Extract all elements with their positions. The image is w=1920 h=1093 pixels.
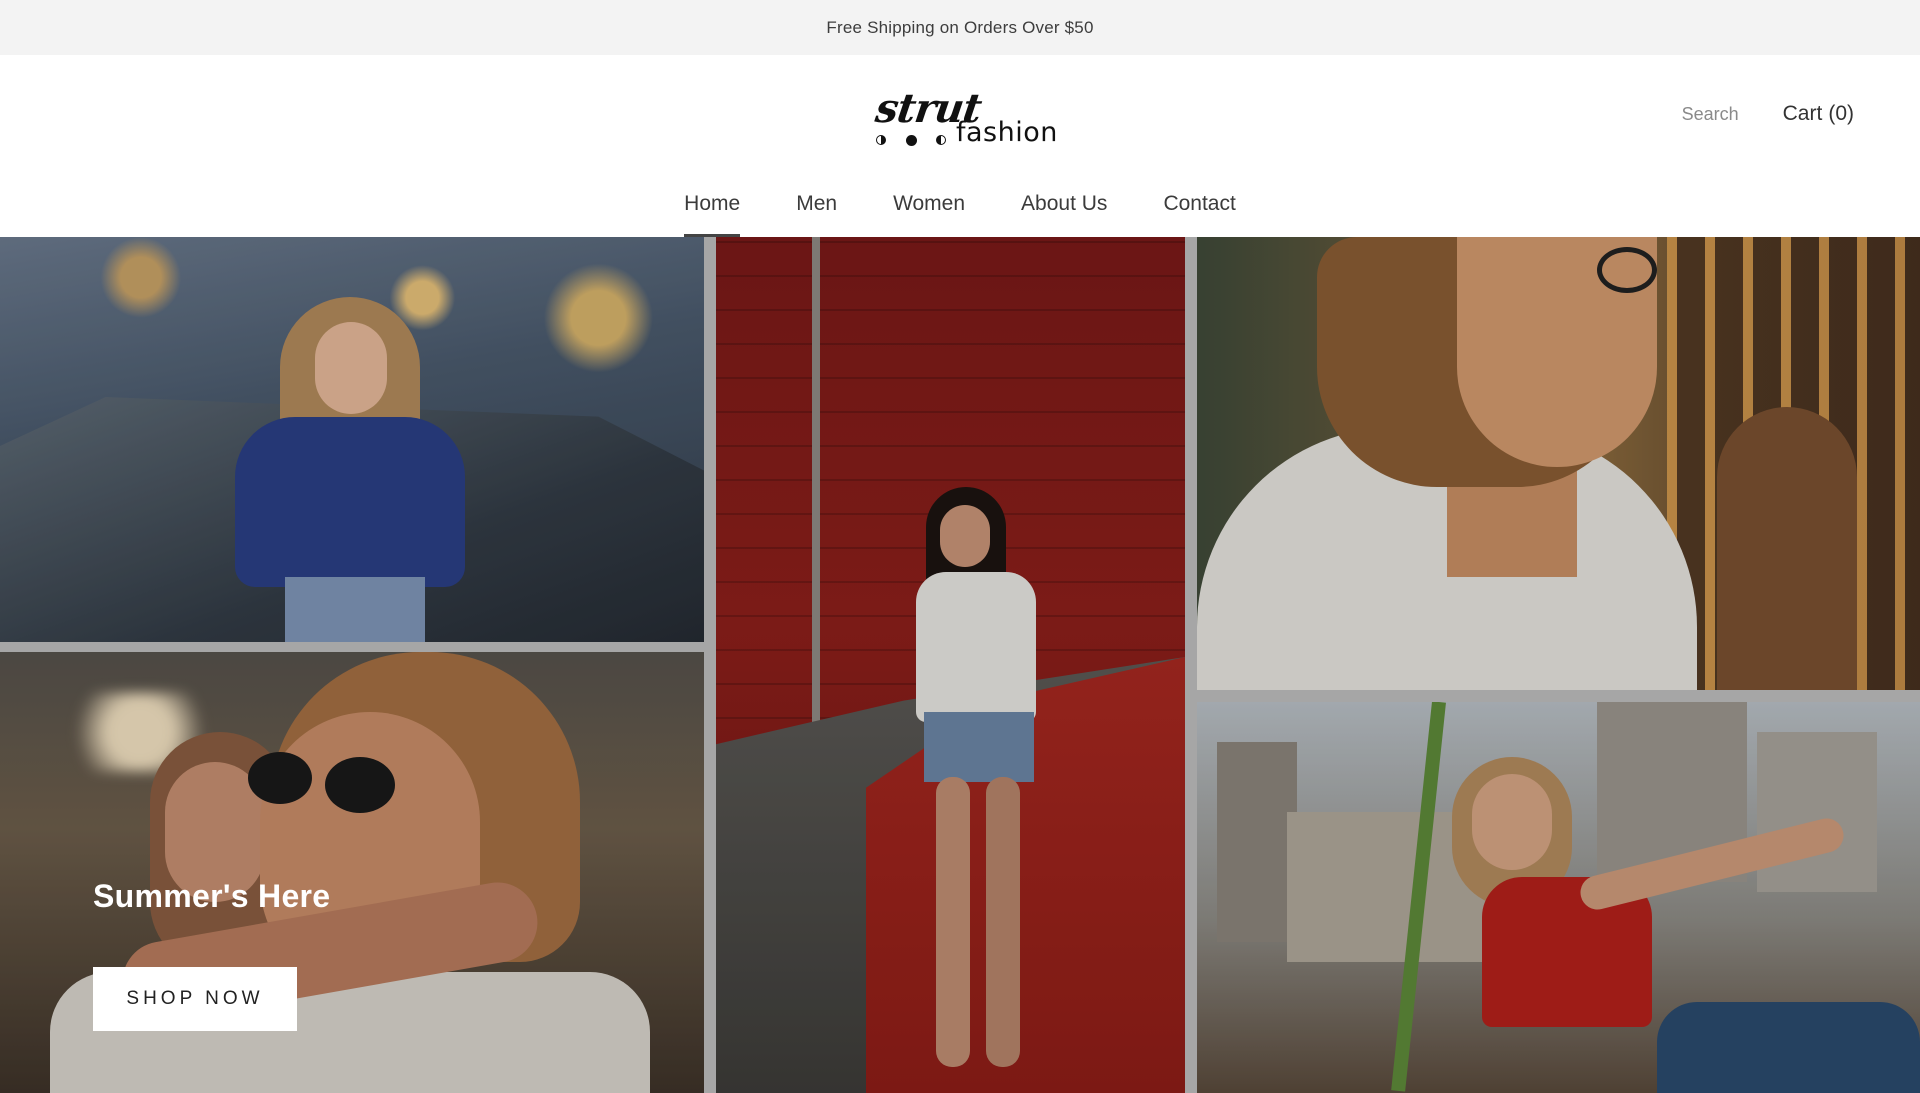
ride-seat bbox=[1657, 1002, 1920, 1093]
woman-leg-left bbox=[936, 777, 970, 1067]
woman-figure bbox=[906, 487, 1046, 1087]
hero-collage: Summer's Here SHOP NOW bbox=[0, 237, 1920, 1093]
model-face bbox=[315, 322, 387, 414]
shop-now-button[interactable]: SHOP NOW bbox=[93, 967, 297, 1031]
announcement-bar: Free Shipping on Orders Over $50 bbox=[0, 0, 1920, 55]
hero-image-man-sunset bbox=[1197, 237, 1920, 690]
brand-logo[interactable]: strut fashion bbox=[870, 85, 1058, 149]
hero-image-red-wall bbox=[716, 237, 1185, 1093]
main-nav: Home Men Women About Us Contact bbox=[0, 180, 1920, 237]
site-header: strut fashion Search Cart (0) Home Men W… bbox=[0, 55, 1920, 237]
nav-item-women[interactable]: Women bbox=[865, 180, 993, 237]
model-shirt bbox=[235, 417, 465, 587]
hero-title: Summer's Here bbox=[93, 878, 331, 914]
sunglasses-lens-left bbox=[248, 752, 312, 804]
logo-dots-icon bbox=[876, 133, 946, 147]
woman-top bbox=[916, 572, 1036, 722]
man-glasses bbox=[1597, 247, 1657, 293]
cart-label: Cart bbox=[1782, 102, 1823, 125]
cart-count: (0) bbox=[1828, 102, 1854, 125]
logo-dot-right bbox=[936, 135, 946, 145]
model-jeans bbox=[285, 577, 425, 642]
building-3 bbox=[1757, 732, 1877, 892]
woman-shorts bbox=[924, 712, 1034, 782]
search-link[interactable]: Search bbox=[1682, 104, 1739, 125]
nav-item-men[interactable]: Men bbox=[768, 180, 865, 237]
background-girl bbox=[1717, 407, 1857, 690]
hero-image-carnival bbox=[0, 237, 704, 642]
nav-item-home[interactable]: Home bbox=[656, 180, 768, 237]
woman-leg-right bbox=[986, 777, 1020, 1067]
woman-face bbox=[940, 505, 990, 567]
logo-word-text: fashion bbox=[956, 117, 1058, 148]
hero-image-city bbox=[1197, 702, 1920, 1093]
header-actions: Search Cart (0) bbox=[1682, 102, 1854, 126]
logo-dot-center bbox=[906, 135, 917, 146]
announcement-text: Free Shipping on Orders Over $50 bbox=[826, 17, 1094, 37]
logo-dot-left bbox=[876, 135, 886, 145]
building-1 bbox=[1217, 742, 1297, 942]
model-figure bbox=[225, 277, 475, 642]
cart-link[interactable]: Cart (0) bbox=[1783, 102, 1854, 126]
girl-face bbox=[1472, 774, 1552, 870]
sunglasses-lens-right bbox=[325, 757, 395, 813]
nav-item-contact[interactable]: Contact bbox=[1135, 180, 1263, 237]
nav-item-about-us[interactable]: About Us bbox=[993, 180, 1135, 237]
